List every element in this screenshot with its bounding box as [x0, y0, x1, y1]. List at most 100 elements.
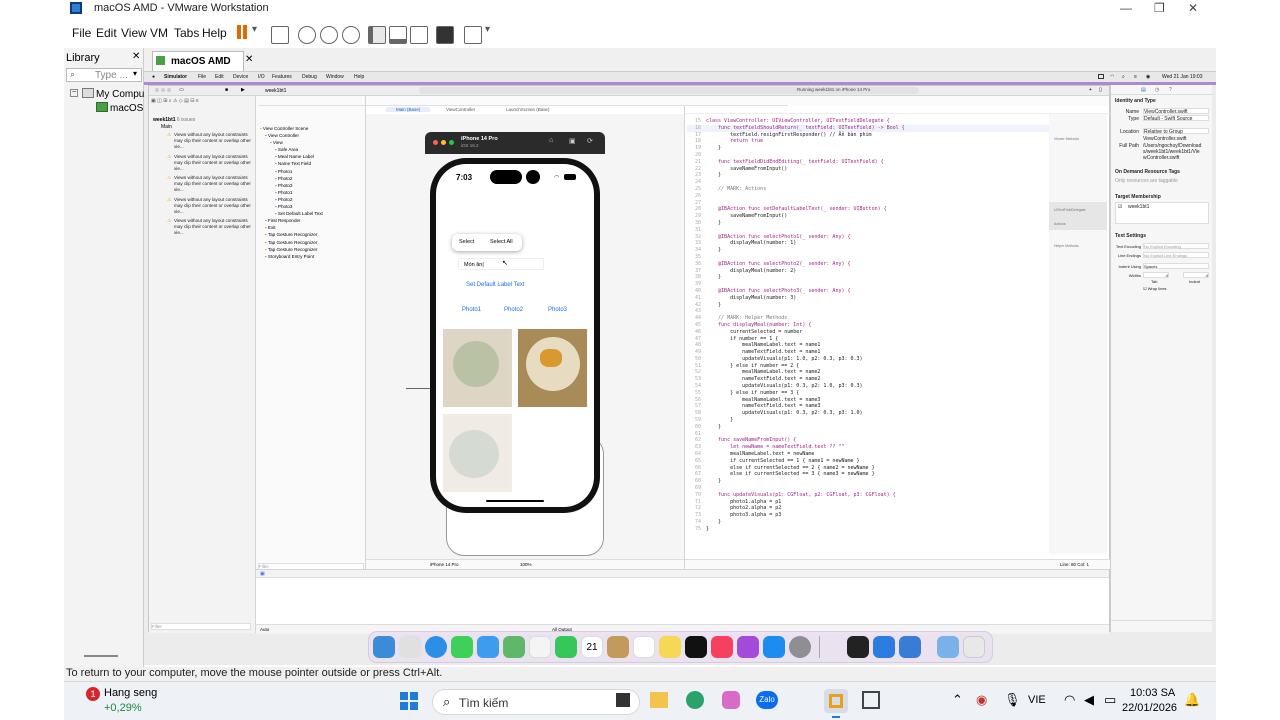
microphone-icon[interactable]: 🎙: [1004, 692, 1021, 708]
code-line[interactable]: 52 mealNameLabel.text = name2: [687, 369, 1049, 376]
code-line[interactable]: 59 }: [687, 417, 1049, 424]
minimize-dot[interactable]: [161, 88, 165, 92]
chevron-down-icon[interactable]: ▾: [252, 24, 257, 35]
warning-item[interactable]: ⚠ Views without any layout constraints ma…: [167, 197, 253, 219]
code-line[interactable]: 45 func displayMeal(number: Int) {: [687, 322, 1049, 329]
filter-field[interactable]: Filter: [151, 623, 251, 630]
scene-tree-item[interactable]: ▪ Photo1: [260, 169, 364, 176]
editor-tab-launchscreen[interactable]: LaunchScreen (Base): [506, 107, 550, 112]
code-line[interactable]: 29 saveNameFromInput(): [687, 213, 1049, 220]
music-icon[interactable]: [711, 636, 733, 658]
launchpad-icon[interactable]: [399, 636, 421, 658]
mac-menu-window[interactable]: Window: [326, 74, 344, 80]
scene-tree-item[interactable]: ▪ Safe Area: [260, 147, 364, 154]
appletv-icon[interactable]: [685, 636, 707, 658]
indent-select[interactable]: Spaces: [1143, 263, 1209, 269]
iphone-screen[interactable]: 7:03 ◠ Select Select All Món ăn| ↖ Set D…: [436, 164, 594, 507]
target-checkbox[interactable]: ☑: [1118, 204, 1122, 210]
settings-icon[interactable]: [789, 636, 811, 658]
inspector-tabs[interactable]: ▤ ◷ ?: [1111, 85, 1213, 95]
vm-tab[interactable]: macOS AMD ✕: [152, 51, 253, 71]
code-line[interactable]: 65 if currentSelected == 1 { name1 = new…: [687, 458, 1049, 465]
warning-item[interactable]: ⚠ Views without any layout constraints ma…: [167, 154, 253, 176]
code-line[interactable]: 30 }: [687, 220, 1049, 227]
notification-bell-icon[interactable]: 🔔: [1184, 692, 1200, 708]
code-line[interactable]: 39: [687, 281, 1049, 288]
scroll-handle[interactable]: [84, 655, 118, 657]
revert-icon[interactable]: [320, 26, 338, 44]
code-line[interactable]: 35: [687, 254, 1049, 261]
code-line[interactable]: 62 func saveNameFromInput() {: [687, 437, 1049, 444]
wifi-icon[interactable]: ◠: [1110, 74, 1114, 80]
notes-icon[interactable]: [659, 636, 681, 658]
code-line[interactable]: 58 updateVisuals(p1: 0.3, p2: 0.3, p3: 1…: [687, 410, 1049, 417]
fullscreen-icon[interactable]: [410, 26, 428, 44]
copilot-icon[interactable]: [722, 691, 740, 709]
xcode-icon[interactable]: [873, 636, 895, 658]
code-line[interactable]: 54 updateVisuals(p1: 0.3, p2: 1.0, p3: 0…: [687, 383, 1049, 390]
snapshot-icon[interactable]: [298, 26, 316, 44]
endings-select[interactable]: No Explicit Line Endings: [1143, 252, 1209, 258]
navigator-tabs[interactable]: ▣ ◫ ⊞ ⌕ ⚠ ◇ ▤ ⊟ ≡: [151, 98, 251, 105]
code-line[interactable]: 33 displayMeal(number: 1): [687, 240, 1049, 247]
wrap-lines-checkbox[interactable]: ☑ Wrap lines: [1143, 286, 1167, 291]
scene-tree-item[interactable]: ▪ View Controller: [260, 133, 364, 140]
maps-icon[interactable]: [503, 636, 525, 658]
code-line[interactable]: 57 nameTextField.text = name3: [687, 403, 1049, 410]
code-line[interactable]: 21 func textFieldDidEndEditing(_ textFie…: [687, 159, 1049, 166]
debug-scope[interactable]: Auto: [260, 627, 269, 632]
code-line[interactable]: 70 func updateVisuals(p1: CGFloat, p2: C…: [687, 492, 1049, 499]
terminal-icon[interactable]: [436, 26, 454, 44]
photo1-button[interactable]: Photo1: [462, 307, 481, 313]
menu-vm[interactable]: VM: [150, 26, 168, 40]
file-inspector-icon[interactable]: ▤: [1141, 87, 1146, 93]
code-line[interactable]: 73 photo3.alpha = p3: [687, 512, 1049, 519]
code-line[interactable]: 53 nameTextField.text = name2: [687, 376, 1049, 383]
code-line[interactable]: 34 }: [687, 247, 1049, 254]
menu-help[interactable]: Help: [202, 26, 227, 40]
code-line[interactable]: 40 @IBAction func selectPhoto3(_ sender:…: [687, 288, 1049, 295]
zoom-dot[interactable]: [167, 88, 171, 92]
scene-tree-item[interactable]: ▪ Photo3: [260, 183, 364, 190]
home-indicator[interactable]: [486, 500, 544, 502]
send-keys-icon[interactable]: [271, 26, 289, 44]
scene-tree-item[interactable]: ▪ Tap Gesture Recognizer: [260, 247, 364, 254]
code-line[interactable]: 19 }: [687, 145, 1049, 152]
code-line[interactable]: 41 displayMeal(number: 3): [687, 295, 1049, 302]
scene-tree-item[interactable]: ▪ Photo3: [260, 204, 364, 211]
mac-menu-edit[interactable]: Edit: [215, 74, 224, 80]
code-line[interactable]: 56 mealNameLabel.text = name3: [687, 397, 1049, 404]
canvas-zoom[interactable]: 100%: [520, 562, 532, 567]
scene-tree-item[interactable]: ▪ Exit: [260, 225, 364, 232]
chevron-down-icon[interactable]: ▾: [133, 69, 137, 78]
stock-change[interactable]: +0,29%: [104, 702, 142, 714]
photos-icon[interactable]: [529, 636, 551, 658]
task-view-icon[interactable]: [616, 693, 630, 707]
code-line[interactable]: 61: [687, 431, 1049, 438]
history-icon[interactable]: ◷: [1155, 87, 1159, 93]
scheme-label[interactable]: week1bt1: [265, 88, 286, 94]
code-line[interactable]: 31: [687, 227, 1049, 234]
calendar-icon[interactable]: 21: [581, 636, 603, 658]
zoom-dot[interactable]: [449, 140, 454, 145]
scene-tree-item[interactable]: ▪ Photo2: [260, 197, 364, 204]
close-dot[interactable]: [155, 88, 159, 92]
nav-group[interactable]: Main: [161, 124, 172, 130]
code-line[interactable]: 16 func textFieldShouldReturn(_ textFiel…: [687, 124, 1049, 132]
snipping-tool-icon[interactable]: [862, 691, 880, 709]
encoding-select[interactable]: No Explicit Encoding: [1143, 243, 1209, 249]
control-center-icon[interactable]: ≡: [1134, 74, 1137, 80]
volume-icon[interactable]: ◀: [1084, 692, 1094, 708]
help-icon[interactable]: ?: [1169, 87, 1172, 93]
name-text-field[interactable]: Món ăn|: [458, 258, 544, 270]
code-line[interactable]: 49 nameTextField.text = name1: [687, 349, 1049, 356]
wifi-icon[interactable]: ◠: [1064, 692, 1075, 708]
code-line[interactable]: 46 currentSelected = number: [687, 329, 1049, 336]
library-item-macos[interactable]: macOS: [110, 103, 143, 114]
podcasts-icon[interactable]: [737, 636, 759, 658]
code-line[interactable]: 28 @IBAction func setDefaultLabelText(_ …: [687, 206, 1049, 213]
code-line[interactable]: 15 class ViewController: UIViewController…: [687, 118, 1049, 125]
code-line[interactable]: 44 // MARK: Helper Methods: [687, 315, 1049, 322]
file-explorer-icon[interactable]: [650, 692, 668, 708]
windows-start-icon[interactable]: [400, 692, 418, 710]
